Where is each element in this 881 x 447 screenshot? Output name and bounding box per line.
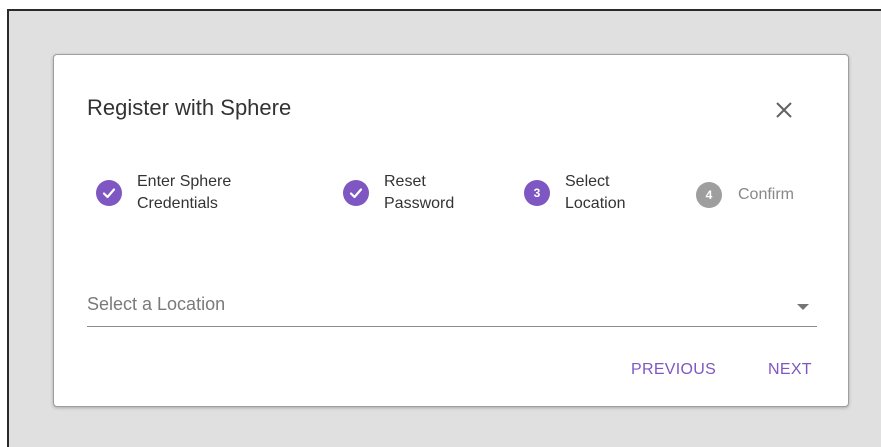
check-icon bbox=[349, 188, 363, 199]
register-dialog: Register with Sphere Enter Sphere Creden… bbox=[53, 54, 849, 407]
step-number-badge: 4 bbox=[696, 182, 722, 208]
step-select-location: 3 Select Location bbox=[524, 171, 626, 215]
next-button[interactable]: NEXT bbox=[768, 361, 812, 379]
dropdown-arrow-icon[interactable] bbox=[797, 304, 809, 310]
step-label: Reset Password bbox=[384, 173, 455, 212]
step-complete-indicator bbox=[343, 180, 369, 206]
step-number-badge: 3 bbox=[524, 180, 550, 206]
location-select[interactable]: Select a Location bbox=[87, 287, 817, 327]
step-label: Select Location bbox=[565, 173, 626, 212]
location-select-placeholder: Select a Location bbox=[87, 294, 226, 314]
step-label: Confirm bbox=[738, 186, 795, 203]
close-button[interactable] bbox=[769, 95, 799, 125]
check-icon bbox=[102, 188, 116, 199]
step-complete-indicator bbox=[96, 180, 122, 206]
step-reset-password: Reset Password bbox=[343, 171, 454, 215]
close-icon bbox=[776, 102, 792, 118]
step-label: Enter Sphere Credentials bbox=[137, 173, 232, 212]
step-confirm: 4 Confirm bbox=[696, 182, 794, 208]
dialog-title: Register with Sphere bbox=[87, 95, 292, 120]
previous-button[interactable]: PREVIOUS bbox=[631, 361, 716, 379]
step-enter-credentials: Enter Sphere Credentials bbox=[96, 171, 231, 215]
